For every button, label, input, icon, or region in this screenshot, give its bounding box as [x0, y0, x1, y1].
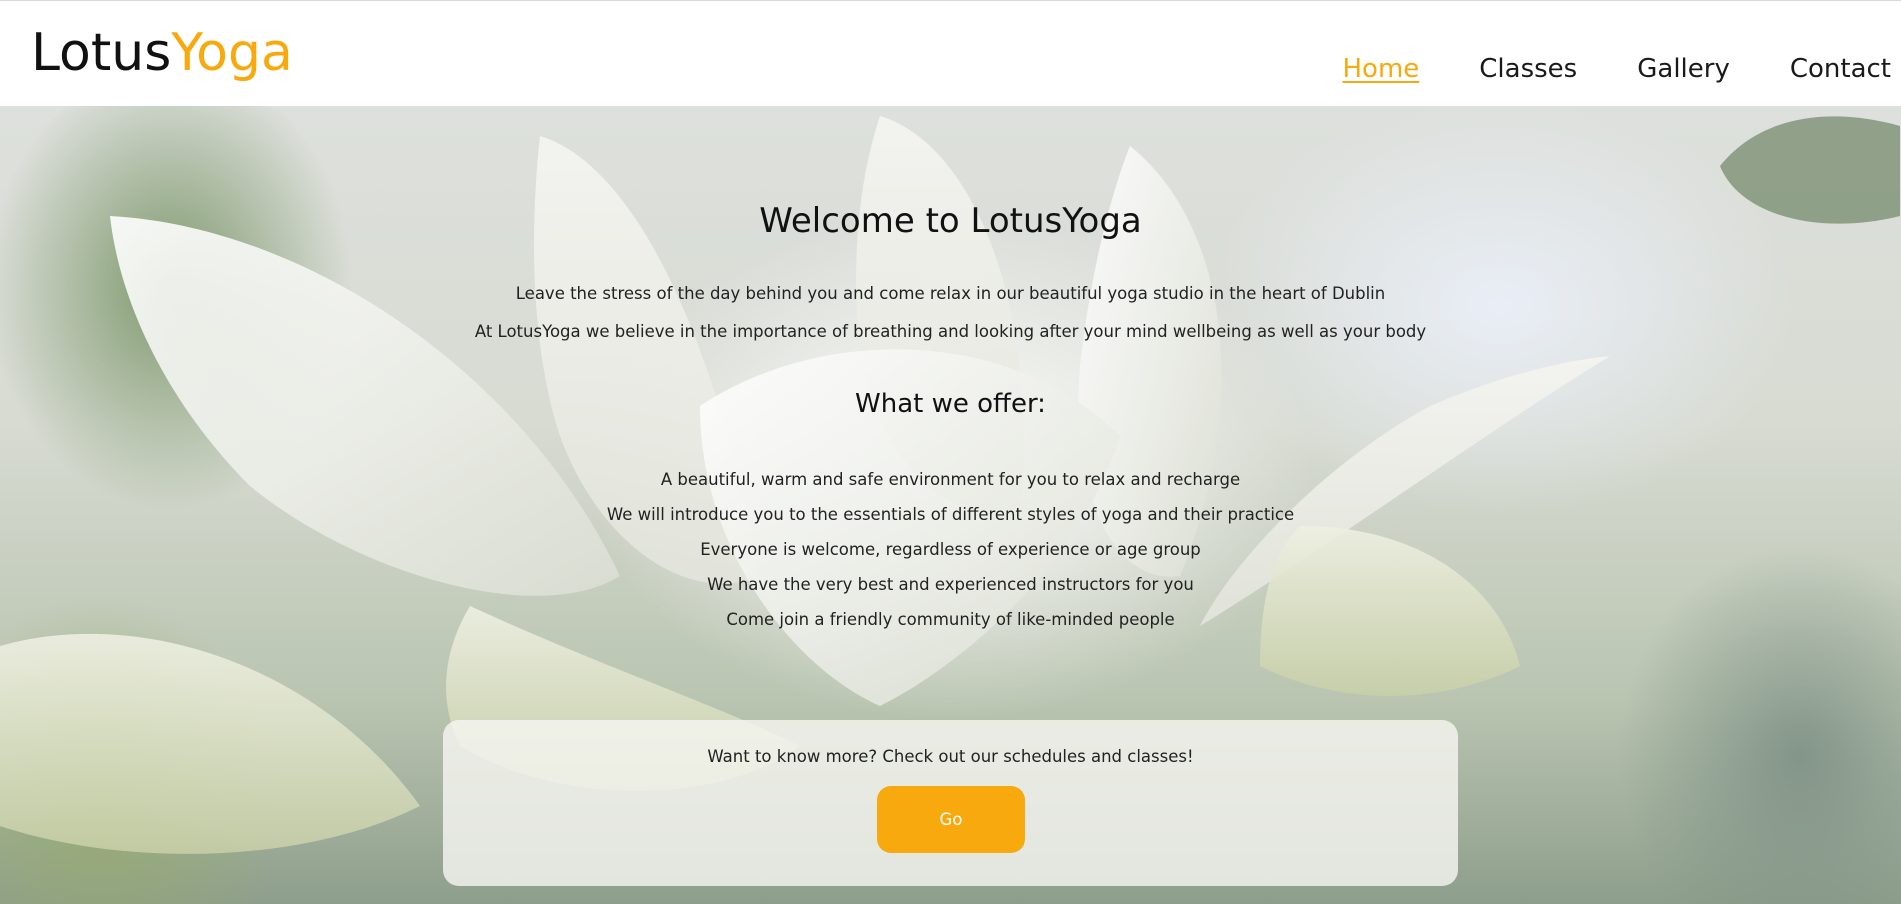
site-header: LotusYoga Home Classes Gallery Contact — [0, 0, 1901, 106]
nav-link-classes[interactable]: Classes — [1479, 51, 1577, 87]
offer-heading: What we offer: — [855, 389, 1046, 419]
offer-item: Everyone is welcome, regardless of exper… — [700, 540, 1201, 559]
hero-section: Welcome to LotusYoga Leave the stress of… — [0, 106, 1901, 904]
hero-content: Welcome to LotusYoga Leave the stress of… — [0, 106, 1901, 904]
nav-link-gallery[interactable]: Gallery — [1637, 51, 1730, 87]
welcome-heading: Welcome to LotusYoga — [759, 201, 1142, 241]
logo-text-lotus: Lotus — [31, 23, 172, 83]
cta-text: Want to know more? Check out our schedul… — [707, 747, 1194, 766]
go-button[interactable]: Go — [877, 786, 1025, 853]
offer-list: A beautiful, warm and safe environment f… — [0, 462, 1901, 637]
offer-item: Come join a friendly community of like-m… — [726, 610, 1175, 629]
intro-paragraph: At LotusYoga we believe in the importanc… — [474, 322, 1427, 341]
offer-item: A beautiful, warm and safe environment f… — [660, 470, 1241, 489]
intro-paragraph: Leave the stress of the day behind you a… — [515, 284, 1386, 303]
logo[interactable]: LotusYoga — [31, 19, 293, 87]
offer-item: We will introduce you to the essentials … — [606, 505, 1295, 524]
offer-item: We have the very best and experienced in… — [707, 575, 1194, 594]
nav-link-home[interactable]: Home — [1343, 51, 1420, 87]
logo-text-yoga: Yoga — [171, 23, 293, 83]
nav-link-contact[interactable]: Contact — [1790, 51, 1891, 87]
main-nav: Home Classes Gallery Contact — [1283, 51, 1892, 87]
cta-box: Want to know more? Check out our schedul… — [443, 720, 1458, 886]
